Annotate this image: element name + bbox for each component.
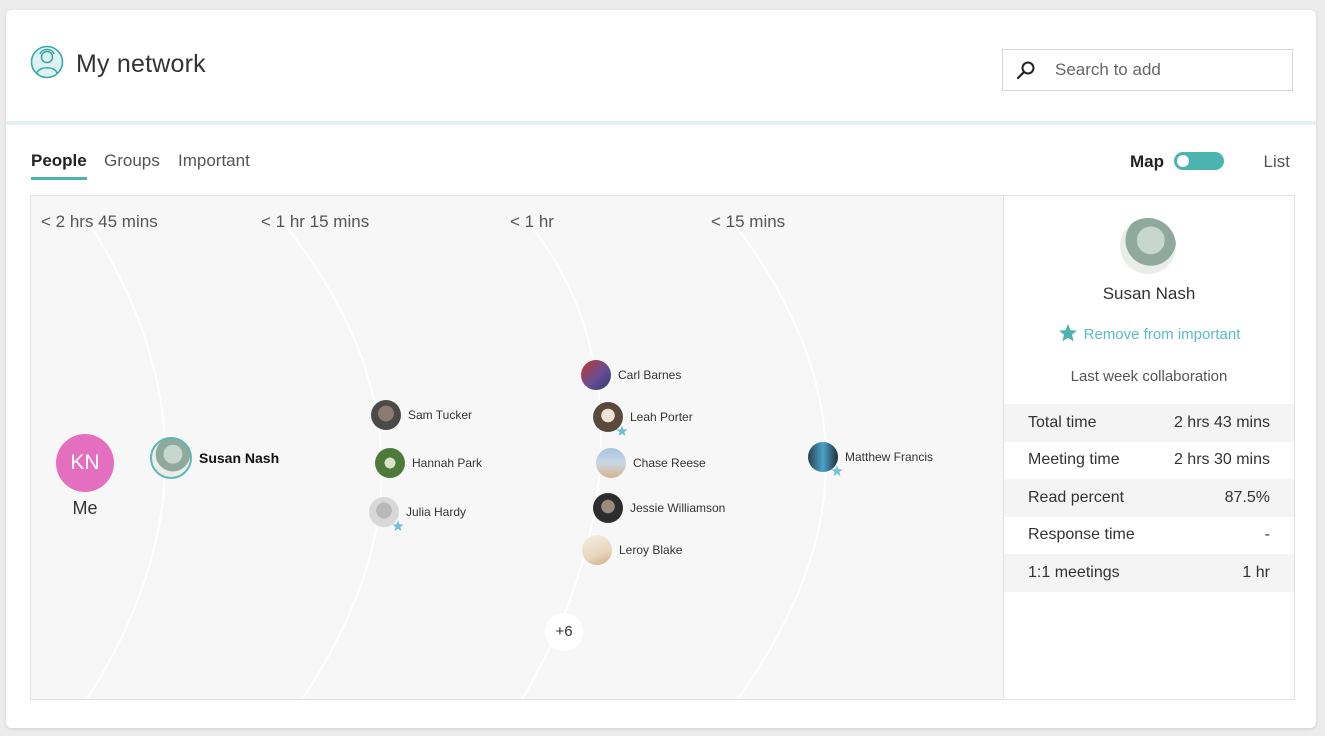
network-person-icon — [30, 45, 64, 79]
person-name: Hannah Park — [412, 456, 483, 470]
tab-groups-label: Groups — [104, 151, 160, 170]
remove-from-important-label: Remove from important — [1083, 326, 1241, 343]
person-matthew-francis[interactable]: Matthew Francis — [808, 442, 934, 476]
stat-row-read-percent: Read percent 87.5% — [1004, 479, 1294, 517]
ring-label-2: < 1 hr 15 mins — [261, 212, 370, 231]
more-people-button[interactable]: +6 — [545, 613, 583, 651]
map-list-toggle[interactable] — [1174, 152, 1224, 170]
star-icon — [616, 425, 628, 436]
stat-value: 2 hrs 30 mins — [1173, 451, 1270, 469]
stat-row-total-time: Total time 2 hrs 43 mins — [1004, 404, 1294, 442]
person-name: Julia Hardy — [406, 505, 467, 519]
stat-value: 2 hrs 43 mins — [1173, 413, 1270, 431]
avatar — [582, 535, 612, 565]
person-sam-tucker[interactable]: Sam Tucker — [371, 400, 472, 430]
person-name: Jessie Williamson — [630, 501, 726, 515]
person-hannah-park[interactable]: Hannah Park — [375, 448, 482, 478]
stat-label: Total time — [1028, 413, 1097, 431]
avatar — [593, 493, 623, 523]
active-tab-indicator — [31, 177, 87, 180]
person-detail-panel: Susan Nash Remove from important Last we… — [1004, 195, 1295, 700]
person-name: Sam Tucker — [408, 408, 473, 422]
tab-people[interactable]: People — [31, 151, 87, 180]
person-name: Leah Porter — [630, 410, 693, 424]
me-label: Me — [72, 498, 98, 518]
stat-row-response-time: Response time - — [1004, 517, 1294, 555]
detail-name: Susan Nash — [1102, 284, 1196, 303]
star-icon — [1058, 324, 1077, 342]
search-icon — [1016, 61, 1035, 80]
person-julia-hardy[interactable]: Julia Hardy — [369, 497, 467, 531]
header-divider — [6, 121, 1316, 125]
stat-value: - — [1264, 526, 1270, 544]
search-box[interactable] — [1002, 49, 1293, 91]
person-carl-barnes[interactable]: Carl Barnes — [581, 360, 681, 390]
list-view-label[interactable]: List — [1264, 152, 1290, 172]
avatar — [593, 402, 628, 436]
tab-people-label: People — [31, 151, 87, 170]
tab-groups[interactable]: Groups — [104, 151, 160, 171]
avatar — [369, 497, 404, 531]
person-name: Leroy Blake — [619, 543, 683, 557]
tab-important-label: Important — [178, 151, 250, 170]
stat-label: Read percent — [1028, 488, 1125, 506]
ring-label-outer: < 2 hrs 45 mins — [41, 212, 158, 231]
star-icon — [392, 520, 404, 531]
person-name: Susan Nash — [199, 450, 280, 466]
ring-label-3: < 1 hr — [510, 212, 554, 231]
view-toggle: Map List — [1090, 151, 1290, 175]
person-leroy-blake[interactable]: Leroy Blake — [582, 535, 682, 565]
stats-table: Total time 2 hrs 43 mins Meeting time 2 … — [1004, 404, 1294, 592]
me-avatar: KN — [56, 434, 114, 492]
stat-row-one-on-one-meetings: 1:1 meetings 1 hr — [1004, 554, 1294, 592]
person-leah-porter[interactable]: Leah Porter — [593, 402, 693, 436]
ring-arc-2 — [285, 225, 383, 699]
network-map: < 2 hrs 45 mins < 1 hr 15 mins < 1 hr < … — [30, 195, 1004, 700]
star-icon — [831, 465, 843, 476]
stat-label: 1:1 meetings — [1028, 563, 1120, 581]
avatar — [596, 448, 626, 478]
person-jessie-williamson[interactable]: Jessie Williamson — [593, 493, 725, 523]
person-chase-reese[interactable]: Chase Reese — [596, 448, 706, 478]
my-network-card: My network People Groups Important Map L… — [6, 10, 1316, 728]
search-input[interactable] — [1055, 50, 1285, 90]
me-node[interactable]: KN Me — [56, 434, 114, 519]
toggle-knob — [1177, 155, 1189, 167]
avatar — [371, 400, 401, 430]
person-susan-nash[interactable]: Susan Nash — [150, 437, 279, 479]
person-name: Chase Reese — [633, 456, 706, 470]
stat-row-meeting-time: Meeting time 2 hrs 30 mins — [1004, 442, 1294, 480]
header: My network — [6, 10, 1316, 121]
person-name: Carl Barnes — [618, 368, 682, 382]
stat-label: Response time — [1028, 526, 1135, 544]
remove-from-important-link[interactable]: Remove from important — [1004, 323, 1294, 343]
avatar — [808, 442, 843, 476]
map-view-label[interactable]: Map — [1130, 152, 1164, 172]
stat-value: 1 hr — [1242, 563, 1270, 581]
page-title: My network — [76, 50, 206, 78]
ring-label-inner: < 15 mins — [711, 212, 786, 231]
avatar — [581, 360, 611, 390]
tab-important[interactable]: Important — [178, 151, 250, 171]
detail-avatar — [1120, 218, 1176, 274]
avatar — [150, 437, 192, 479]
detail-subtitle: Last week collaboration — [1070, 368, 1228, 385]
person-name: Matthew Francis — [845, 450, 934, 464]
stat-label: Meeting time — [1028, 451, 1120, 469]
avatar — [375, 448, 405, 478]
stat-value: 87.5% — [1224, 488, 1270, 506]
